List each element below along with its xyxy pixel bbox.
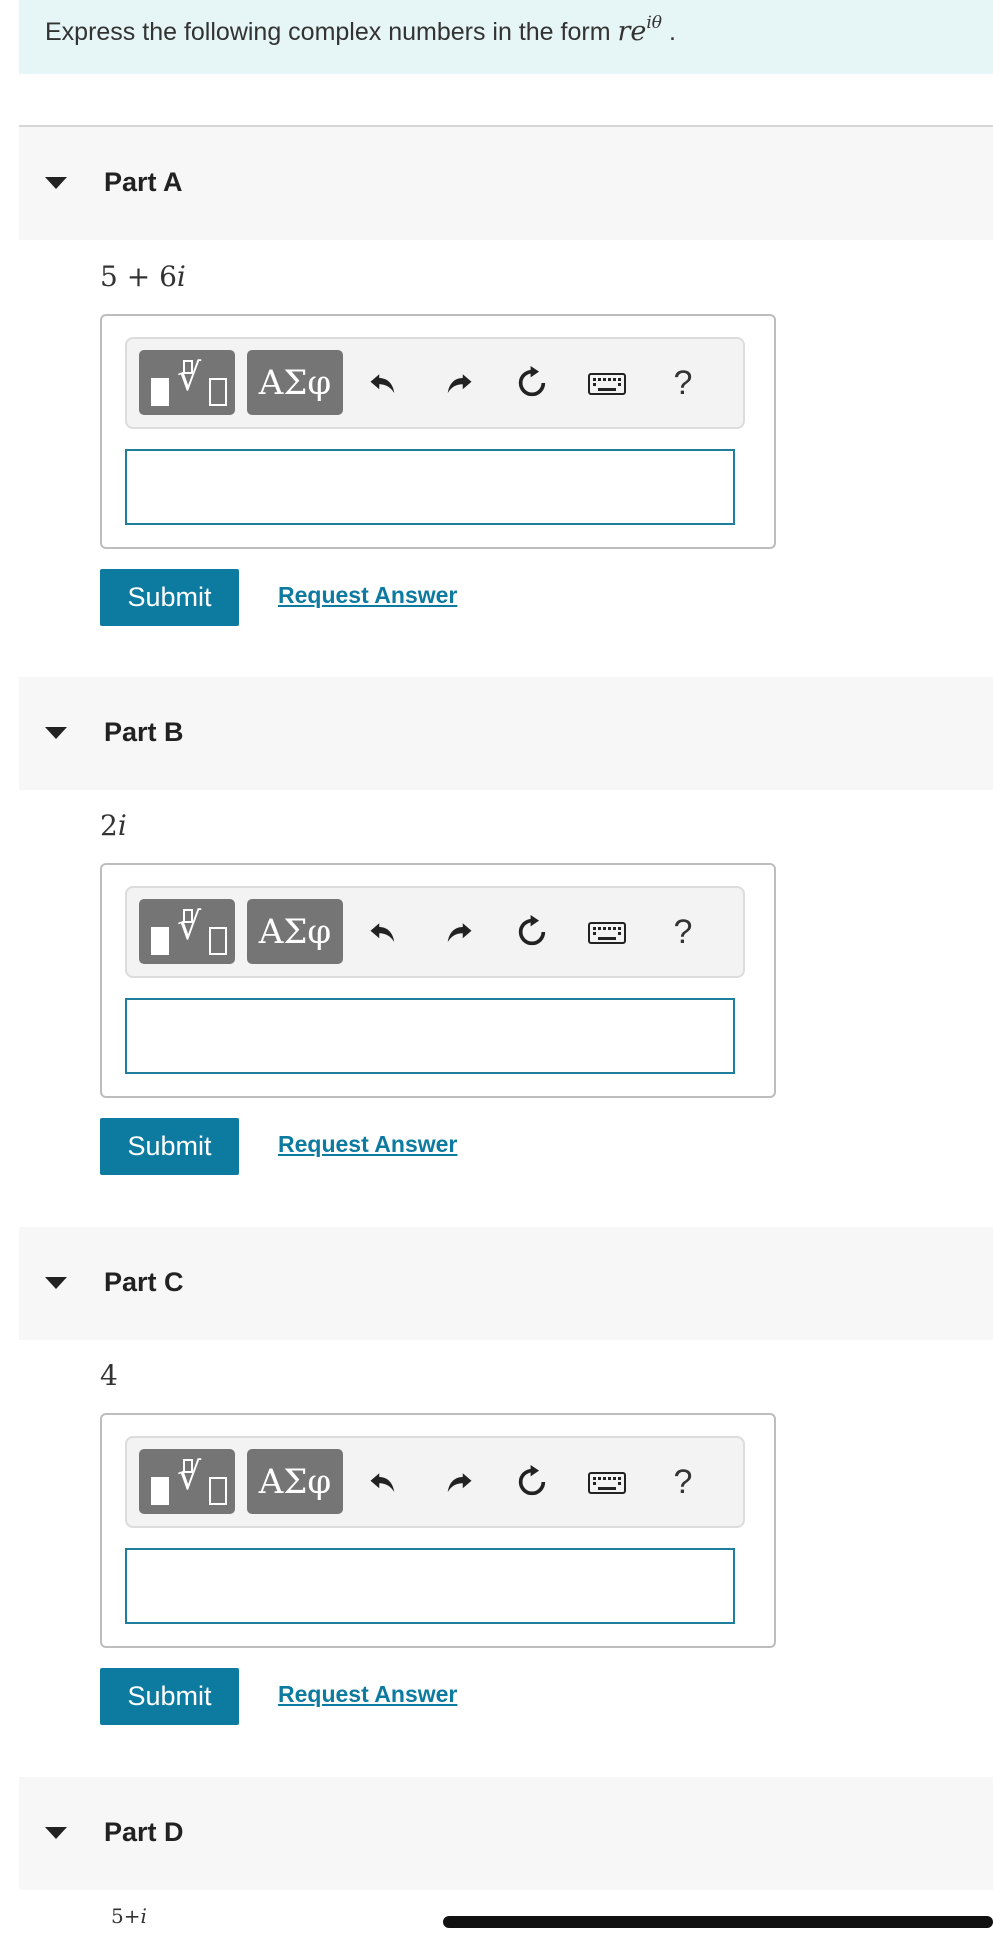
polar-form-math: reiθ — [617, 13, 663, 47]
instructions-text: Express the following complex numbers in… — [45, 18, 618, 46]
reset-icon[interactable] — [504, 902, 560, 962]
templates-button[interactable]: √ — [139, 899, 235, 964]
part-c-submit-button[interactable]: Submit — [100, 1668, 239, 1725]
help-icon[interactable]: ? — [655, 902, 711, 962]
part-b-submit-button[interactable]: Submit — [100, 1118, 239, 1175]
part-d-expression: 5+i — [111, 1904, 147, 1928]
keyboard-icon[interactable] — [579, 902, 635, 962]
part-a-request-answer-link[interactable]: Request Answer — [278, 582, 457, 609]
undo-icon[interactable] — [355, 1452, 411, 1512]
part-c-answer-input[interactable] — [125, 1548, 735, 1624]
part-b-answer-input[interactable] — [125, 998, 735, 1074]
math-toolbar: √ ΑΣφ ? — [125, 886, 745, 978]
undo-icon[interactable] — [355, 902, 411, 962]
help-icon[interactable]: ? — [655, 353, 711, 413]
part-c-expression: 4 — [100, 1359, 118, 1392]
undo-icon[interactable] — [355, 353, 411, 413]
instructions-period: . — [669, 18, 676, 46]
collapse-caret-icon[interactable] — [45, 1827, 67, 1839]
part-b-request-answer-link[interactable]: Request Answer — [278, 1131, 457, 1158]
greek-letters-button[interactable]: ΑΣφ — [247, 350, 343, 415]
reset-icon[interactable] — [504, 353, 560, 413]
math-toolbar: √ ΑΣφ ? — [125, 337, 745, 429]
part-b-title: Part B — [104, 717, 184, 747]
greek-letters-button[interactable]: ΑΣφ — [247, 1449, 343, 1514]
part-d-header[interactable]: Part D — [19, 1777, 993, 1890]
part-a-header[interactable]: Part A — [19, 127, 993, 240]
collapse-caret-icon[interactable] — [45, 177, 67, 189]
math-toolbar: √ ΑΣφ ? — [125, 1436, 745, 1528]
templates-icon — [151, 1477, 169, 1505]
greek-letters-button[interactable]: ΑΣφ — [247, 899, 343, 964]
instructions-banner: Express the following complex numbers in… — [19, 0, 993, 74]
redo-icon[interactable] — [431, 353, 487, 413]
templates-button[interactable]: √ — [139, 350, 235, 415]
part-a-answer-box: √ ΑΣφ ? — [100, 314, 776, 549]
part-c-header[interactable]: Part C — [19, 1227, 993, 1340]
redo-icon[interactable] — [431, 1452, 487, 1512]
templates-icon — [151, 378, 169, 406]
part-d-title: Part D — [104, 1817, 184, 1847]
part-b-answer-box: √ ΑΣφ ? — [100, 863, 776, 1098]
part-a-expression: 5 + 6i — [100, 260, 186, 293]
keyboard-icon[interactable] — [579, 1452, 635, 1512]
part-b-header[interactable]: Part B — [19, 677, 993, 790]
templates-icon — [151, 927, 169, 955]
collapse-caret-icon[interactable] — [45, 1277, 67, 1289]
home-indicator-bar[interactable] — [443, 1916, 993, 1928]
collapse-caret-icon[interactable] — [45, 727, 67, 739]
part-b-expression: 2i — [100, 809, 127, 842]
part-a-title: Part A — [104, 167, 183, 197]
help-icon[interactable]: ? — [655, 1452, 711, 1512]
part-c-title: Part C — [104, 1267, 184, 1297]
part-a-answer-input[interactable] — [125, 449, 735, 525]
part-c-request-answer-link[interactable]: Request Answer — [278, 1681, 457, 1708]
reset-icon[interactable] — [504, 1452, 560, 1512]
keyboard-icon[interactable] — [579, 353, 635, 413]
part-c-answer-box: √ ΑΣφ ? — [100, 1413, 776, 1648]
redo-icon[interactable] — [431, 902, 487, 962]
part-a-submit-button[interactable]: Submit — [100, 569, 239, 626]
templates-button[interactable]: √ — [139, 1449, 235, 1514]
